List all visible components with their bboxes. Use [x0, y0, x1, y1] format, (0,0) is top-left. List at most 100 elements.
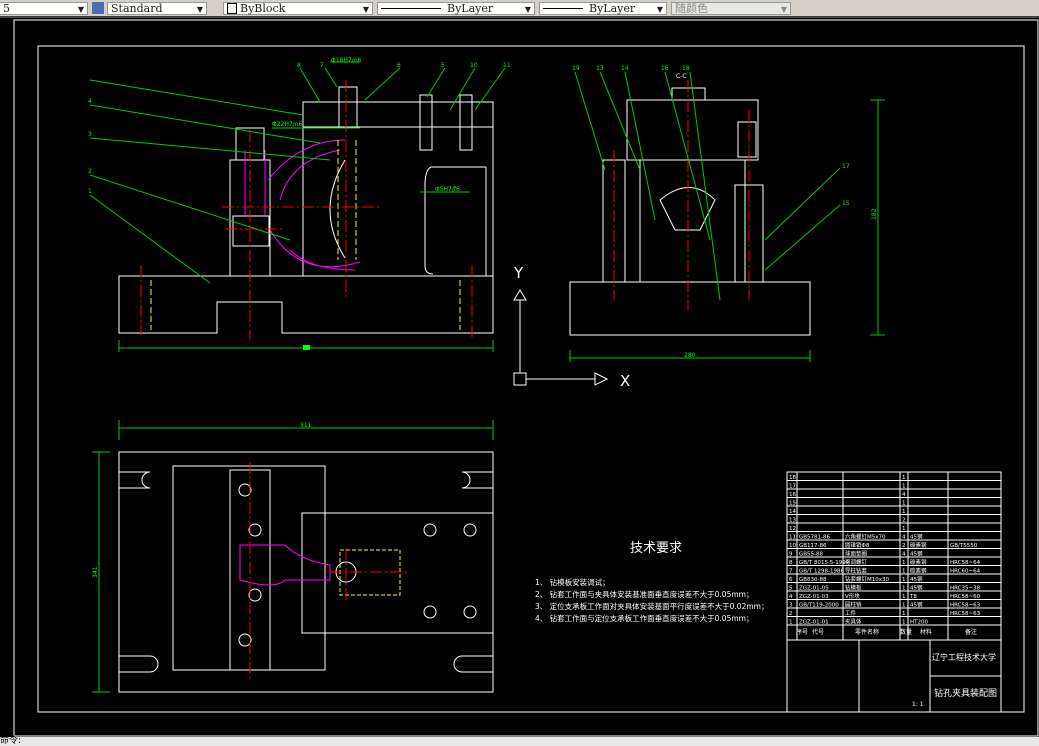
bom-cell-no: 10: [789, 543, 796, 549]
bom-cell-qty: 1: [902, 620, 906, 626]
bom-cell-name: 钻套螺钉M10x30: [845, 575, 889, 583]
bom-cell-qty: 1: [902, 603, 906, 609]
bom-cell-qty: 1: [902, 594, 906, 600]
bom-header-material: 材料: [920, 628, 932, 636]
school-name: 辽宁工程技术大学: [932, 652, 996, 662]
bom-cell-material: 45钢: [910, 584, 923, 592]
leader-number: 15: [842, 200, 850, 207]
leader-number: 14: [621, 65, 629, 72]
bom-cell-qty: 1: [902, 560, 906, 566]
dimstyle-select[interactable]: 5 ▼: [0, 1, 88, 15]
chevron-down-icon: ▼: [780, 4, 787, 14]
bom-cell-no: 17: [789, 484, 796, 490]
dim-text: 182: [871, 208, 878, 220]
bom-cell-name: 工件: [845, 609, 857, 617]
bom-cell-material: 45钢: [910, 575, 923, 583]
bom-cell-material: 碳素钢: [910, 541, 927, 549]
bom-cell-code: GB/T 8015.5-1999: [799, 560, 850, 566]
leader-number: 5: [441, 62, 445, 69]
bom-cell-note: HRC58~64: [950, 560, 981, 566]
leader-number: 7: [320, 62, 324, 69]
fit-label: Φ18H7/n6: [331, 57, 362, 64]
drawing-canvas[interactable]: Φ18H7/n6 Φ22H7/n6 Φ5H7/f6 8 7 6 5 10 11 …: [0, 18, 1039, 737]
plot-style-value: 随颜色: [675, 2, 708, 15]
bom-cell-qty: 4: [902, 535, 906, 541]
text-style-icon: [92, 2, 104, 14]
bom-cell-qty: 1: [902, 569, 906, 575]
leader-number: 1: [88, 188, 92, 195]
bom-cell-note: HRC58~60: [950, 594, 981, 600]
bom-cell-name: V形块: [845, 592, 860, 600]
bom-cell-name: 圆锥销Φ8: [845, 541, 870, 549]
bom-cell-no: 6: [789, 577, 793, 583]
leader-number: 16: [661, 65, 669, 72]
bom-cell-material: 碳素钢: [910, 567, 927, 575]
command-line[interactable]: 命令:: [0, 737, 1039, 746]
bom-cell-code: GB55-88: [799, 552, 824, 558]
bom-cell-material: T8: [909, 594, 917, 600]
bom-cell-no: 1: [789, 620, 793, 626]
text-style-select[interactable]: Standard ▼: [107, 1, 207, 15]
bom-cell-qty: 1: [902, 475, 906, 481]
bom-cell-no: 14: [789, 509, 796, 515]
chevron-down-icon: ▼: [77, 4, 84, 14]
bom-cell-qty: 1: [902, 577, 906, 583]
section-label: C-C: [676, 73, 687, 80]
bom-cell-qty: 1: [902, 509, 906, 515]
bom-cell-no: 16: [789, 492, 796, 498]
bom-cell-qty: 2: [902, 518, 906, 524]
bom-cell-name: 球面垫圈: [845, 550, 868, 558]
bom-cell-qty: 1: [902, 611, 906, 617]
bom-cell-name: 夹具体: [845, 618, 862, 626]
bom-cell-qty: 1: [902, 484, 906, 490]
text-style-value: Standard: [111, 1, 163, 15]
bom-cell-no: 8: [789, 560, 793, 566]
bom-cell-material: 碳素钢: [910, 558, 927, 566]
leader-number: 18: [682, 65, 690, 72]
bom-cell-note: HRC60~64: [950, 569, 981, 575]
bom-cell-no: 2: [789, 611, 793, 617]
bom-cell-name: 可调螺钉: [845, 558, 868, 566]
bom-header-note: 备注: [965, 628, 977, 636]
bom-cell-code: GB/T 1298-1986: [799, 569, 844, 575]
chevron-down-icon: ▼: [656, 4, 663, 14]
color-select[interactable]: ByBlock ▼: [223, 1, 373, 15]
linetype-select[interactable]: ByLayer ▼: [377, 1, 535, 15]
leader-number: 3: [88, 131, 92, 138]
leader-number: 11: [503, 62, 511, 69]
bom-cell-no: 4: [789, 594, 793, 600]
ucs-y-label: Y: [513, 264, 524, 282]
bom-cell-material: 45钢: [910, 550, 923, 558]
command-prompt: 命令:: [0, 736, 22, 746]
ucs-x-label: X: [620, 372, 630, 390]
bom-cell-qty: 4: [902, 492, 906, 498]
fit-label: Φ5H7/f6: [435, 186, 460, 193]
linetype-value: ByLayer: [447, 1, 494, 15]
bom-cell-note: GB/T5550: [950, 543, 978, 549]
bom-cell-material: 45钢: [910, 601, 923, 609]
plot-style-select[interactable]: 随颜色 ▼: [671, 1, 791, 15]
tech-requirement-item: 1、 钻模板安装调试；: [535, 577, 610, 587]
bom-header-name: 零件名称: [855, 628, 879, 636]
bom-cell-qty: 2: [902, 543, 906, 549]
bom-header-code: 代号: [812, 628, 824, 636]
bom-cell-code: GB5781-86: [799, 535, 831, 541]
drawing-title: 钻孔夹具装配图: [934, 687, 997, 699]
bom-cell-no: 15: [789, 501, 796, 507]
dim-text: 311: [300, 422, 312, 429]
lineweight-preview: [543, 7, 583, 9]
tech-requirement-item: 3、 定位支承板工作面对夹具体安装基面平行度误差不大于0.02mm；: [535, 601, 768, 611]
bom-cell-note: HRC58~63: [950, 603, 981, 609]
lineweight-select[interactable]: ByLayer ▼: [539, 1, 667, 15]
bom-cell-name: 圆柱销: [845, 601, 862, 609]
dim-text: 341: [92, 566, 99, 578]
color-value: ByBlock: [240, 1, 286, 15]
chevron-down-icon: ▼: [362, 4, 369, 14]
bom-cell-qty: 4: [902, 552, 906, 558]
bom-cell-no: 12: [789, 526, 796, 532]
bom-cell-code: ZGZ-01-05: [799, 586, 829, 592]
bom-header-no: 序号: [796, 628, 808, 636]
bom-cell-name: 导柱钻套: [845, 567, 868, 575]
bom-cell-qty: 1: [902, 526, 906, 532]
bom-cell-code: ZGZ-01-03: [799, 594, 829, 600]
